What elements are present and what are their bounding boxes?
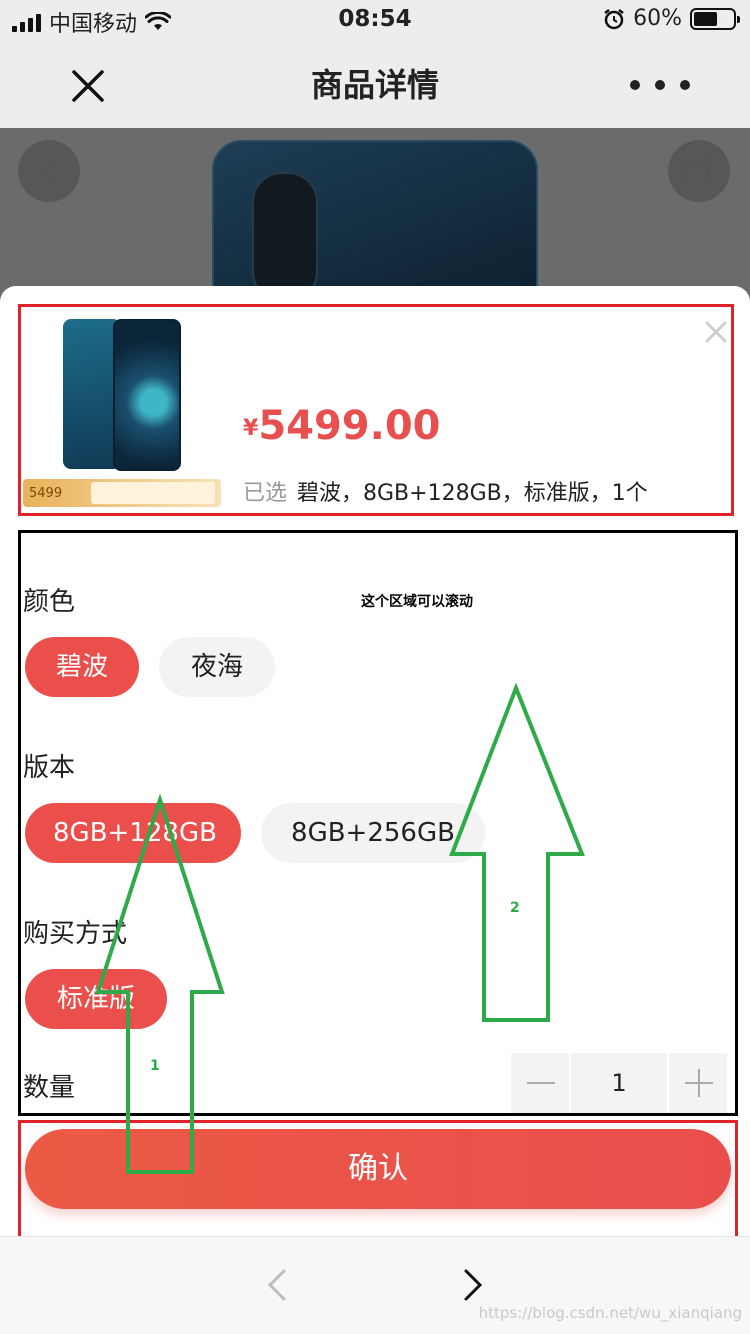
selected-label: 已选 (243, 481, 288, 506)
back-icon (18, 140, 80, 202)
browser-forward-icon[interactable] (458, 1265, 488, 1305)
version-option-2[interactable]: 8GB+256GB (261, 803, 485, 863)
currency-symbol: ¥ (243, 416, 259, 441)
status-right: 60% (603, 6, 740, 31)
decrease-button[interactable] (511, 1053, 569, 1113)
confirm-button[interactable]: 确认 (25, 1129, 731, 1209)
selected-value: 碧波，8GB+128GB，标准版，1个 (297, 481, 648, 506)
increase-button[interactable] (669, 1053, 727, 1113)
version-option-1[interactable]: 8GB+128GB (25, 803, 241, 863)
watermark: https://blog.csdn.net/wu_xianqiang (478, 1304, 742, 1322)
scroll-note: 这个区域可以滚动 (361, 594, 473, 610)
more-icon[interactable] (630, 70, 690, 100)
quantity-stepper: 1 (511, 1053, 733, 1113)
version-label: 版本 (23, 753, 76, 783)
color-option-2[interactable]: 夜海 (159, 637, 275, 697)
options-scroll-area[interactable]: 这个区域可以滚动 颜色 碧波 夜海 版本 8GB+128GB 8GB+256GB… (18, 530, 738, 1116)
battery-icon (690, 7, 740, 30)
quantity-label: 数量 (23, 1073, 76, 1103)
purchase-method-label: 购买方式 (23, 919, 128, 949)
purchase-option-1[interactable]: 标准版 (25, 969, 167, 1029)
phone-image (63, 319, 181, 471)
camera-module (252, 172, 318, 302)
browser-toolbar: https://blog.csdn.net/wu_xianqiang (0, 1236, 750, 1334)
color-option-1[interactable]: 碧波 (25, 637, 139, 697)
product-price: ¥5499.00 (243, 403, 441, 449)
banner-price: 5499 (29, 486, 63, 501)
confirm-area: 确认 (18, 1120, 738, 1246)
status-bar: 中国移动 08:54 60% (0, 0, 750, 40)
share-icon (668, 140, 730, 202)
sku-sheet: 5499 ¥5499.00 已选 碧波，8GB+128GB，标准版，1个 这个区域… (0, 286, 750, 1246)
browser-back-icon[interactable] (262, 1265, 292, 1305)
banner-text-area (91, 482, 215, 504)
quantity-value[interactable]: 1 (571, 1053, 667, 1113)
price-amount: 5499.00 (258, 403, 441, 449)
selected-summary: 已选 碧波，8GB+128GB，标准版，1个 (243, 475, 648, 507)
promo-banner: 5499 (23, 479, 221, 507)
nav-bar: 商品详情 (0, 40, 750, 128)
product-summary: 5499 ¥5499.00 已选 碧波，8GB+128GB，标准版，1个 (18, 304, 734, 516)
battery-percent: 60% (633, 6, 682, 31)
product-thumbnail: 5499 (23, 317, 221, 507)
sheet-close-icon[interactable] (703, 319, 729, 345)
alarm-icon (604, 8, 624, 29)
color-label: 颜色 (23, 587, 76, 617)
